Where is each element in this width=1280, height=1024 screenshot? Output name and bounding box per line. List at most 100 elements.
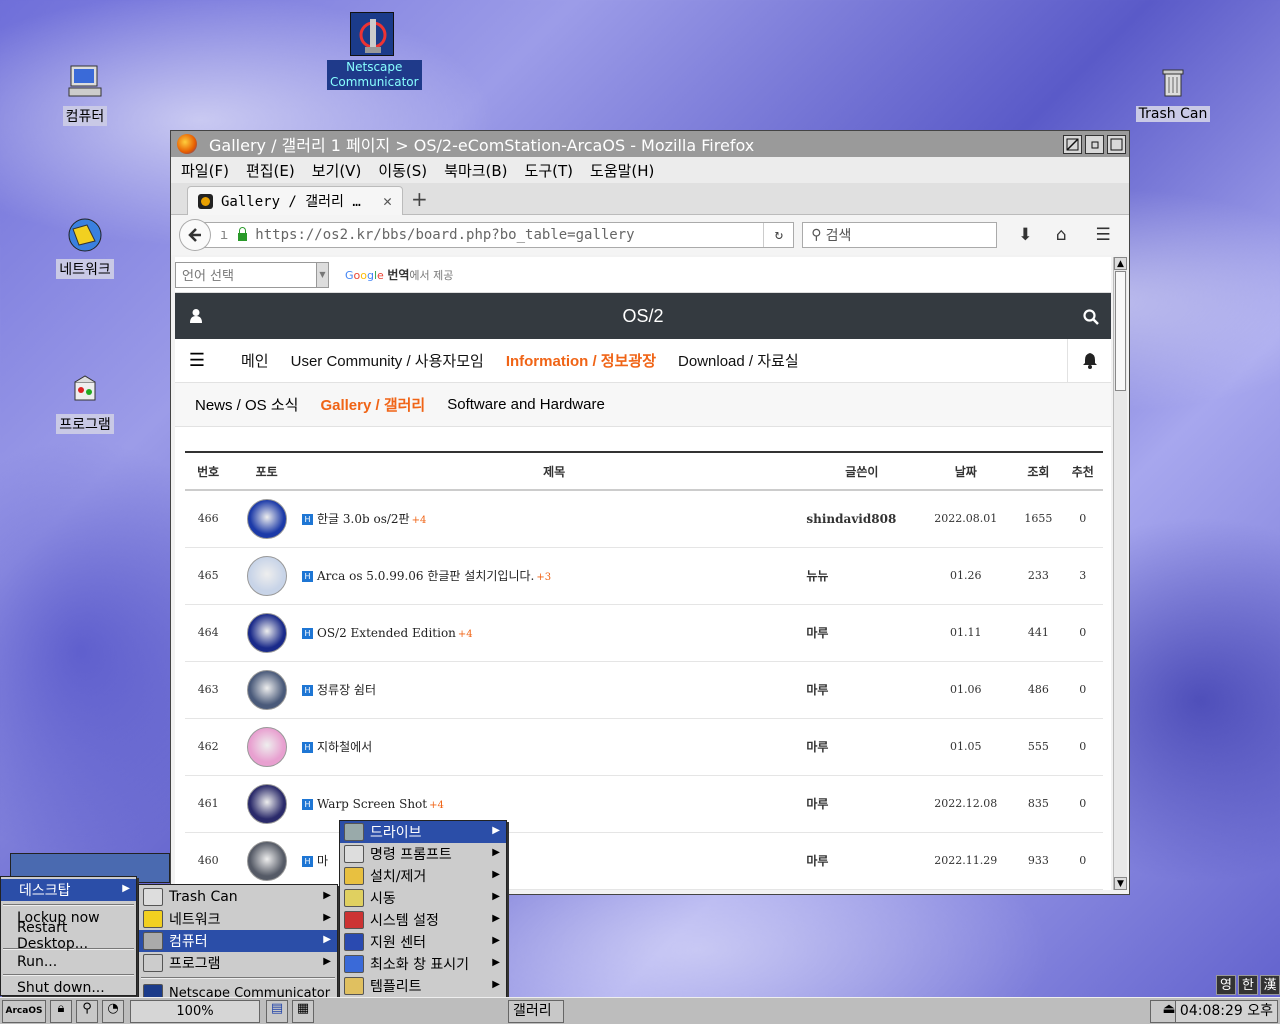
menu-item-desktop[interactable]: 데스크탑 ▶ (1, 879, 136, 901)
post-subject[interactable]: H 정류장 쉼터 (302, 661, 807, 719)
menu-file[interactable]: 파일(F) (181, 160, 229, 181)
post-author[interactable]: 마루 (806, 775, 918, 833)
url-bar[interactable]: ı https://os2.kr/bbs/board.php?bo_table=… (202, 222, 795, 248)
post-title[interactable]: Warp Screen Shot (317, 797, 427, 811)
menu-item-restart-desktop[interactable]: Restart Desktop... (1, 920, 136, 952)
submenu-item-network[interactable]: 네트워크 ▶ (139, 908, 337, 930)
thumbnail-image[interactable] (246, 498, 287, 539)
post-thumbnail[interactable] (231, 604, 302, 662)
table-row[interactable]: 460 H 마 마루 2022.11.29 933 0 (185, 832, 1103, 890)
thumbnail-image[interactable] (246, 726, 287, 767)
clock[interactable]: 04:08:29 오후 (1174, 1000, 1278, 1023)
window-list-icon[interactable]: ▤ (266, 1000, 288, 1023)
nav-main[interactable]: 메인 (241, 350, 269, 371)
menu-tools[interactable]: 도구(T) (525, 160, 573, 181)
submenu-item-trash-can[interactable]: Trash Can ▶ (139, 886, 337, 908)
post-thumbnail[interactable] (231, 832, 302, 890)
scrollbar-thumb[interactable] (1115, 271, 1126, 391)
post-title[interactable]: 정류장 쉼터 (317, 683, 376, 697)
col-header-views[interactable]: 조회 (1014, 451, 1063, 491)
table-row[interactable]: 466 H 한글 3.0b os/2판 +4 shindavid808 2022.08.0… (185, 490, 1103, 548)
post-subject[interactable]: H Arca os 5.0.99.06 한글판 설치기입니다. +3 (302, 547, 807, 605)
post-author[interactable]: 뉴뉴 (806, 547, 918, 605)
user-icon[interactable] (189, 293, 203, 339)
clock-app-icon[interactable]: ◔ (102, 1000, 124, 1023)
submenu-item-templates[interactable]: 템플리트 ▶ (340, 975, 506, 997)
subnav-news[interactable]: News / OS 소식 (195, 394, 298, 415)
menu-go[interactable]: 이동(S) (378, 160, 427, 181)
post-title[interactable]: OS/2 Extended Edition (317, 626, 456, 640)
window-titlebar[interactable]: Gallery / 갤러리 1 페이지 > OS/2-eComStation-A… (171, 131, 1129, 157)
submenu-item-install-remove[interactable]: 설치/제거 ▶ (340, 865, 506, 887)
post-author[interactable]: 마루 (806, 661, 918, 719)
post-title[interactable]: 한글 3.0b os/2판 (317, 512, 410, 526)
post-title[interactable]: 마 (317, 854, 328, 868)
menu-edit[interactable]: 편집(E) (246, 160, 295, 181)
zoom-indicator[interactable]: 100% (130, 1000, 260, 1023)
nav-information[interactable]: Information / 정보광장 (506, 350, 656, 371)
post-title[interactable]: Arca os 5.0.99.06 한글판 설치기입니다. (317, 569, 534, 583)
nav-download[interactable]: Download / 자료실 (678, 350, 799, 371)
submenu-item-help-center[interactable]: 지원 센터 ▶ (340, 931, 506, 953)
desktop-icon-programs[interactable]: 프로그램 (40, 370, 130, 434)
submenu-item-programs[interactable]: 프로그램 ▶ (139, 952, 337, 974)
post-author[interactable]: 마루 (806, 604, 918, 662)
lock-icon[interactable] (238, 227, 248, 241)
desktop-icon-computer[interactable]: 컴퓨터 (40, 62, 130, 126)
language-select[interactable]: 언어 선택 ▼ (175, 261, 329, 288)
restore-window-button[interactable] (1085, 134, 1104, 154)
post-subject[interactable]: H OS/2 Extended Edition +4 (302, 604, 807, 662)
table-row[interactable]: 464 H OS/2 Extended Edition +4 마루 01.11 441 0 (185, 604, 1103, 662)
desktop-icon-trash[interactable]: Trash Can (1128, 62, 1218, 122)
col-header-date[interactable]: 날짜 (917, 451, 1015, 491)
thumbnail-image[interactable] (246, 840, 287, 881)
scroll-down-icon[interactable]: ▼ (1114, 877, 1127, 890)
post-subject[interactable]: H 한글 3.0b os/2판 +4 (302, 490, 807, 548)
hide-window-button[interactable] (1063, 134, 1082, 154)
menu-item-shut-down[interactable]: Shut down... (1, 979, 136, 997)
back-button[interactable] (179, 219, 211, 251)
nav-user-community[interactable]: User Community / 사용자모임 (291, 350, 484, 371)
search-icon[interactable] (1083, 293, 1099, 339)
post-thumbnail[interactable] (231, 490, 302, 548)
submenu-item-computer[interactable]: 컴퓨터 ▶ (139, 930, 337, 952)
submenu-item-command-prompt[interactable]: 명령 프롬프트 ▶ (340, 843, 506, 865)
reload-icon[interactable]: ↻ (763, 223, 793, 247)
ime-english[interactable]: 영 (1216, 975, 1236, 995)
thumbnail-image[interactable] (246, 783, 287, 824)
submenu-item-startup[interactable]: 시동 ▶ (340, 887, 506, 909)
search-input[interactable]: ⚲ 검색 (802, 222, 998, 248)
desktop-icon-netscape[interactable]: Netscape Communicator (327, 12, 422, 90)
home-icon[interactable]: ⌂ (1043, 225, 1079, 245)
download-icon[interactable]: ⬇ (1007, 225, 1043, 245)
site-title[interactable]: OS/2 (622, 306, 663, 326)
col-header-subject[interactable]: 제목 (302, 451, 807, 491)
new-tab-button[interactable]: + (411, 187, 428, 211)
desktop-icon-network[interactable]: 네트워크 (40, 215, 130, 279)
post-thumbnail[interactable] (231, 661, 302, 719)
post-thumbnail[interactable] (231, 718, 302, 776)
post-author[interactable]: 마루 (806, 718, 918, 776)
table-row[interactable]: 465 H Arca os 5.0.99.06 한글판 설치기입니다. +3 뉴뉴 01.… (185, 547, 1103, 605)
post-author[interactable]: 마루 (806, 832, 918, 890)
menu-help[interactable]: 도움말(H) (590, 160, 654, 181)
submenu-item-drives[interactable]: 드라이브 ▶ (340, 821, 506, 843)
subnav-software-hardware[interactable]: Software and Hardware (447, 396, 605, 413)
scroll-up-icon[interactable]: ▲ (1114, 257, 1127, 270)
table-row[interactable]: 461 H Warp Screen Shot +4 마루 2022.12.08 835 0 (185, 775, 1103, 833)
tab-gallery[interactable]: Gallery / 갤러리 … ✕ (187, 186, 403, 215)
menu-bookmarks[interactable]: 북마크(B) (444, 160, 507, 181)
table-row[interactable]: 462 H 지하철에서 마루 01.05 555 0 (185, 718, 1103, 776)
ime-hangul[interactable]: 한 (1238, 975, 1258, 995)
thumbnail-image[interactable] (246, 555, 287, 596)
subnav-gallery[interactable]: Gallery / 갤러리 (320, 394, 425, 415)
page-scrollbar[interactable]: ▲ ▼ (1113, 257, 1127, 890)
start-button[interactable]: ArcaOS (2, 1000, 46, 1023)
thumbnail-image[interactable] (246, 612, 287, 653)
post-thumbnail[interactable] (231, 547, 302, 605)
drives-icon[interactable]: ▦ (292, 1000, 314, 1023)
submenu-item-minimized-window-viewer[interactable]: 최소화 창 표시기 ▶ (340, 953, 506, 975)
thumbnail-image[interactable] (246, 669, 287, 710)
ime-hanja[interactable]: 漢 (1260, 975, 1280, 995)
post-thumbnail[interactable] (231, 775, 302, 833)
